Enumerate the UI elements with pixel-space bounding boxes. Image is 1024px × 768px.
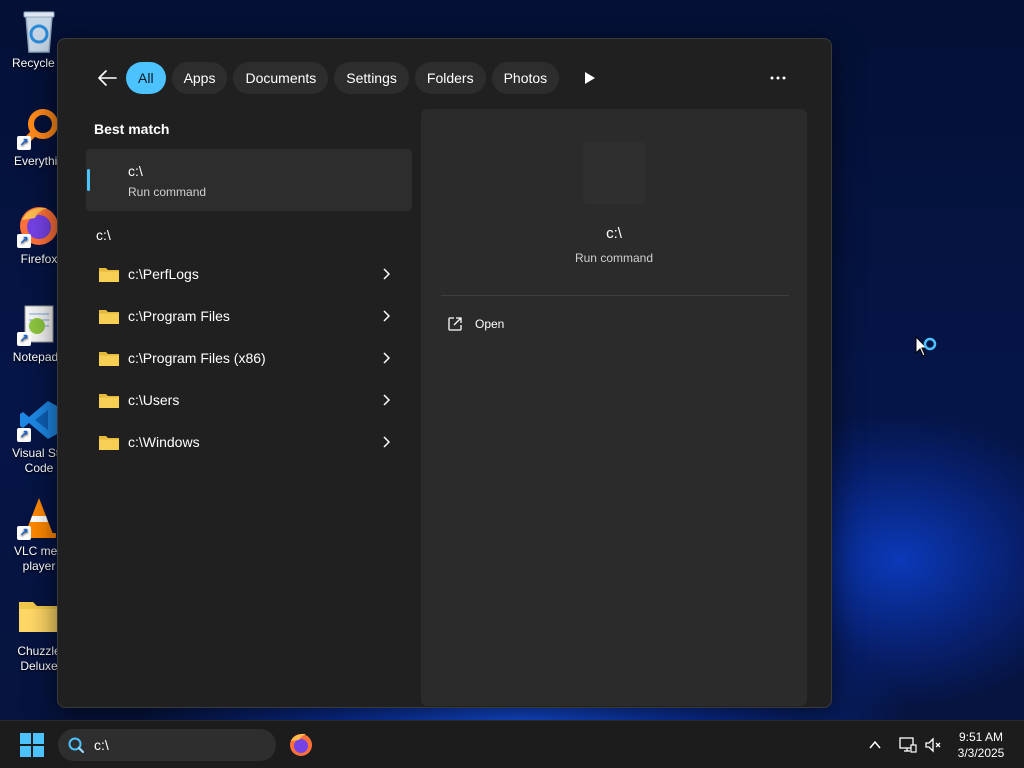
filter-all[interactable]: All	[126, 62, 166, 94]
shortcut-arrow-icon: ↗	[17, 332, 31, 346]
taskbar-search-box[interactable]: c:\	[58, 729, 276, 761]
folder-icon	[99, 310, 119, 324]
folder-icon	[99, 352, 119, 366]
filter-folders[interactable]: Folders	[414, 62, 486, 94]
vlc-cone-icon: ↗	[17, 496, 61, 540]
network-icon[interactable]	[899, 736, 917, 754]
folder-result-program-files-x86[interactable]: c:\Program Files (x86)	[86, 337, 412, 379]
more-options-button[interactable]	[765, 62, 791, 94]
best-match-heading: Best match	[94, 121, 170, 137]
filter-photos[interactable]: Photos	[491, 62, 560, 94]
best-match-name: c:\	[128, 163, 143, 179]
best-match-result[interactable]: c:\ Run command	[86, 149, 412, 211]
folders-group-heading: c:\	[96, 227, 111, 243]
folder-icon	[99, 268, 119, 282]
expand-button[interactable]	[376, 306, 396, 326]
shortcut-arrow-icon: ↗	[17, 136, 31, 150]
preview-subtitle: Run command	[574, 251, 654, 265]
taskbar: c:\ 9:51 AM 3/3/2025	[0, 720, 1024, 768]
folder-result-users[interactable]: c:\Users	[86, 379, 412, 421]
open-action-button[interactable]: Open	[447, 313, 504, 335]
folder-result-label: c:\Windows	[128, 434, 200, 450]
chevron-right-icon	[383, 436, 390, 448]
play-icon	[585, 72, 596, 84]
filter-settings[interactable]: Settings	[334, 62, 409, 94]
clock-date: 3/3/2025	[957, 746, 1005, 760]
windows-start-icon[interactable]	[20, 733, 44, 757]
system-clock[interactable]: 9:51 AM 3/3/2025	[948, 729, 1014, 761]
search-filter-bar: All Apps Documents Settings Folders Phot…	[94, 62, 811, 94]
filter-apps[interactable]: Apps	[171, 62, 228, 94]
ellipsis-icon	[770, 76, 786, 80]
preview-pane: c:\ Run command Open	[421, 109, 807, 706]
chevron-right-icon	[383, 268, 390, 280]
folder-result-windows[interactable]: c:\Windows	[86, 421, 412, 463]
open-action-label: Open	[475, 317, 505, 331]
shortcut-arrow-icon: ↗	[17, 526, 31, 540]
folder-icon	[99, 436, 119, 450]
back-button[interactable]	[94, 65, 120, 91]
expand-button[interactable]	[376, 264, 396, 284]
folder-result-label: c:\Program Files (x86)	[128, 350, 266, 366]
busy-cursor-icon	[915, 336, 937, 357]
firefox-taskbar-icon[interactable]	[288, 732, 314, 758]
everything-search-icon: ↗	[17, 106, 61, 150]
show-hidden-icons-chevron-up-icon[interactable]	[867, 737, 883, 753]
vscode-icon: ↗	[17, 398, 61, 442]
chevron-right-icon	[383, 352, 390, 364]
firefox-icon: ↗	[17, 204, 61, 248]
more-filters-button[interactable]	[579, 67, 601, 89]
folder-result-label: c:\Program Files	[128, 308, 230, 324]
shortcut-arrow-icon: ↗	[17, 234, 31, 248]
search-icon	[68, 737, 85, 754]
expand-button[interactable]	[376, 390, 396, 410]
open-external-icon	[448, 317, 462, 331]
preview-app-icon	[583, 142, 645, 204]
volume-muted-icon[interactable]	[924, 736, 942, 754]
chevron-right-icon	[383, 310, 390, 322]
folder-result-program-files[interactable]: c:\Program Files	[86, 295, 412, 337]
filter-documents[interactable]: Documents	[233, 62, 329, 94]
chevron-right-icon	[383, 394, 390, 406]
start-search-panel: All Apps Documents Settings Folders Phot…	[57, 38, 832, 708]
folder-result-label: c:\Users	[128, 392, 180, 408]
results-list: Best match c:\ Run command c:\ c:\PerfLo…	[86, 109, 412, 463]
expand-button[interactable]	[376, 432, 396, 452]
folder-result-label: c:\PerfLogs	[128, 266, 199, 282]
best-match-subtitle: Run command	[128, 185, 207, 199]
arrow-left-icon	[98, 70, 117, 86]
folder-icon	[99, 394, 119, 408]
notepad-plus-plus-icon: ↗	[17, 302, 61, 346]
expand-button[interactable]	[376, 348, 396, 368]
folder-icon	[17, 596, 61, 640]
selection-indicator	[87, 169, 90, 191]
recycle-bin-icon	[17, 8, 61, 53]
taskbar-search-input[interactable]: c:\	[94, 737, 109, 753]
folder-result-perflogs[interactable]: c:\PerfLogs	[86, 253, 412, 295]
shortcut-arrow-icon: ↗	[17, 428, 31, 442]
clock-time: 9:51 AM	[958, 730, 1004, 744]
preview-title: c:\	[606, 225, 622, 242]
preview-divider	[441, 295, 789, 296]
